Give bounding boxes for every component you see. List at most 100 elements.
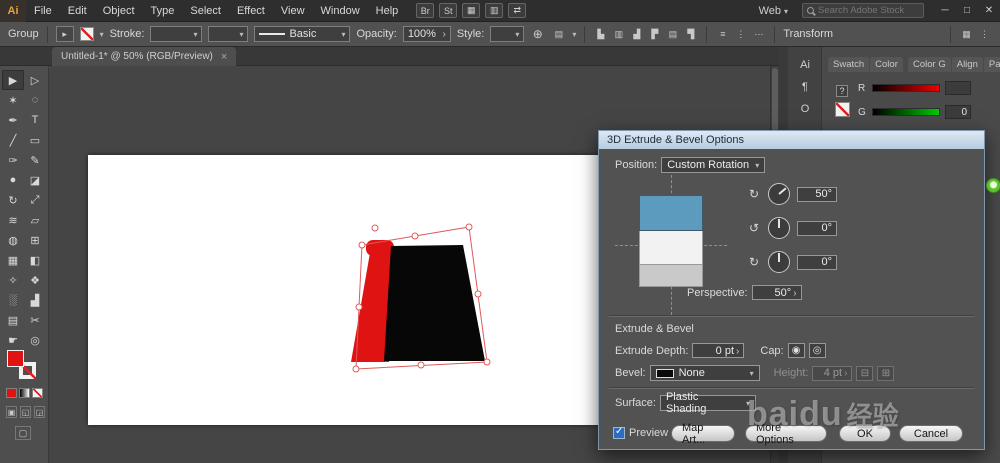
shape-front-face[interactable] bbox=[384, 245, 485, 361]
surface-dropdown[interactable]: Plastic Shading bbox=[659, 391, 756, 415]
screen-mode-button[interactable]: ▢ bbox=[15, 426, 31, 440]
minimize-button[interactable]: ─ bbox=[934, 0, 956, 22]
gradient-button[interactable] bbox=[19, 388, 30, 398]
selection-tool[interactable]: ▶ bbox=[2, 70, 24, 90]
fill-color-swatch[interactable] bbox=[7, 350, 24, 367]
channel-value-field[interactable]: 0 bbox=[945, 105, 971, 119]
more-options-button[interactable]: More Options bbox=[745, 422, 827, 446]
selection-handle[interactable] bbox=[411, 232, 419, 240]
hand-tool[interactable]: ☛ bbox=[2, 330, 24, 350]
direct-selection-tool[interactable]: ▷ bbox=[24, 70, 46, 90]
menu-effect[interactable]: Effect bbox=[229, 0, 273, 22]
dialog-title-bar[interactable]: 3D Extrude & Bevel Options bbox=[599, 131, 984, 149]
rotate-y-dial[interactable] bbox=[768, 217, 790, 239]
selection-handle[interactable] bbox=[483, 358, 491, 366]
search-input[interactable] bbox=[818, 5, 919, 16]
align-center-icon[interactable]: ▥ bbox=[611, 27, 626, 42]
sync-icon[interactable]: ⇄ bbox=[508, 3, 527, 18]
track-cube[interactable] bbox=[639, 195, 703, 287]
document-layout-icon[interactable]: ▥ bbox=[485, 3, 504, 18]
arrange-documents-icon[interactable]: ▦ bbox=[462, 3, 481, 18]
pencil-tool[interactable]: ✎ bbox=[24, 150, 46, 170]
tab-pathfinder[interactable]: Pathfin bbox=[983, 57, 1000, 72]
rotate-tool[interactable]: ↻ bbox=[2, 190, 24, 210]
lasso-tool[interactable]: ◌ bbox=[24, 90, 46, 110]
distribute-vertical-icon[interactable]: ≡ bbox=[715, 27, 730, 42]
help-icon[interactable]: ? bbox=[836, 85, 848, 97]
selection-handle[interactable] bbox=[417, 361, 425, 369]
shape-builder-tool[interactable]: ◍ bbox=[2, 230, 24, 250]
blend-tool[interactable]: ❖ bbox=[24, 270, 46, 290]
align-middle-icon[interactable]: ▤ bbox=[665, 27, 680, 42]
artboard-tool[interactable]: ▤ bbox=[2, 310, 24, 330]
mesh-tool[interactable]: ▦ bbox=[2, 250, 24, 270]
draw-inside-icon[interactable]: ◲ bbox=[34, 406, 45, 418]
perspective-grid-tool[interactable]: ⊞ bbox=[24, 230, 46, 250]
style-combo[interactable] bbox=[490, 26, 525, 42]
panel-menu-icon[interactable]: ▦ bbox=[959, 27, 974, 42]
menu-help[interactable]: Help bbox=[368, 0, 407, 22]
document-setup-icon[interactable]: ▤ bbox=[551, 27, 566, 42]
type-tool[interactable]: T bbox=[24, 110, 46, 130]
menu-type[interactable]: Type bbox=[143, 0, 183, 22]
tab-close-icon[interactable]: × bbox=[221, 51, 227, 63]
magic-wand-tool[interactable]: ✶ bbox=[2, 90, 24, 110]
color-button[interactable] bbox=[6, 388, 17, 398]
width-tool[interactable]: ≋ bbox=[2, 210, 24, 230]
channel-slider[interactable] bbox=[872, 108, 940, 116]
distribute-horizontal-icon[interactable]: ⋮ bbox=[733, 27, 748, 42]
perspective-field[interactable]: 50° bbox=[751, 285, 802, 300]
align-left-icon[interactable]: ▙ bbox=[593, 27, 608, 42]
rotate-z-dial[interactable] bbox=[768, 251, 790, 273]
align-right-icon[interactable]: ▟ bbox=[629, 27, 644, 42]
rotate-x-field[interactable]: 50° bbox=[797, 186, 837, 202]
panel-ai-icon[interactable]: Ai bbox=[788, 59, 822, 71]
chevron-down-icon[interactable] bbox=[572, 28, 576, 40]
stock-icon[interactable]: St bbox=[439, 3, 458, 18]
workspace-switcher[interactable]: Web bbox=[759, 5, 788, 17]
menu-select[interactable]: Select bbox=[182, 0, 229, 22]
tab-color-guide[interactable]: Color G bbox=[908, 57, 951, 72]
selection-handle[interactable] bbox=[352, 365, 360, 373]
selection-handle[interactable] bbox=[474, 290, 482, 298]
channel-value-field[interactable] bbox=[945, 81, 971, 95]
options-icon[interactable]: ⋮ bbox=[977, 27, 992, 42]
ok-button[interactable]: OK bbox=[839, 425, 891, 442]
cap-on-button[interactable] bbox=[787, 343, 805, 358]
line-segment-tool[interactable]: ╱ bbox=[2, 130, 24, 150]
zoom-tool[interactable]: ◎ bbox=[24, 330, 46, 350]
transform-label[interactable]: Transform bbox=[783, 28, 833, 40]
gradient-tool[interactable]: ◧ bbox=[24, 250, 46, 270]
symbol-sprayer-tool[interactable]: ░ bbox=[2, 290, 24, 310]
globe-icon[interactable]: ⊕ bbox=[530, 27, 545, 42]
distribute-spacing-icon[interactable]: ⋯ bbox=[751, 27, 766, 42]
brush-definition-combo[interactable]: Basic bbox=[254, 26, 351, 42]
width-profile-combo[interactable] bbox=[208, 26, 249, 42]
menu-view[interactable]: View bbox=[273, 0, 313, 22]
cap-off-button[interactable] bbox=[808, 343, 826, 358]
stroke-weight-combo[interactable] bbox=[150, 26, 203, 42]
draw-normal-icon[interactable]: ▣ bbox=[6, 406, 17, 418]
selection-handle[interactable] bbox=[355, 303, 363, 311]
rotate-z-field[interactable]: 0° bbox=[797, 254, 837, 270]
tab-color[interactable]: Color bbox=[870, 57, 903, 72]
opacity-field[interactable]: 100% bbox=[402, 26, 451, 42]
extrude-depth-field[interactable]: 0 pt bbox=[692, 343, 745, 358]
scale-tool[interactable]: ⤢ bbox=[24, 190, 46, 210]
eraser-tool[interactable]: ◪ bbox=[24, 170, 46, 190]
cancel-button[interactable]: Cancel bbox=[899, 425, 963, 442]
chevron-down-icon[interactable] bbox=[100, 28, 104, 40]
menu-edit[interactable]: Edit bbox=[60, 0, 95, 22]
menu-window[interactable]: Window bbox=[313, 0, 368, 22]
fill-none-swatch[interactable] bbox=[79, 27, 94, 41]
blob-brush-tool[interactable]: ● bbox=[2, 170, 24, 190]
panel-paragraph-icon[interactable]: ¶ bbox=[788, 81, 822, 93]
rotate-y-field[interactable]: 0° bbox=[797, 220, 837, 236]
restore-button[interactable]: □ bbox=[956, 0, 978, 22]
document-tab[interactable]: Untitled-1* @ 50% (RGB/Preview) × bbox=[52, 47, 237, 66]
eyedropper-tool[interactable]: ✧ bbox=[2, 270, 24, 290]
selection-handle[interactable] bbox=[465, 223, 473, 231]
close-button[interactable]: ✕ bbox=[978, 0, 1000, 22]
rectangle-tool[interactable]: ▭ bbox=[24, 130, 46, 150]
position-dropdown[interactable]: Custom Rotation bbox=[661, 157, 766, 173]
